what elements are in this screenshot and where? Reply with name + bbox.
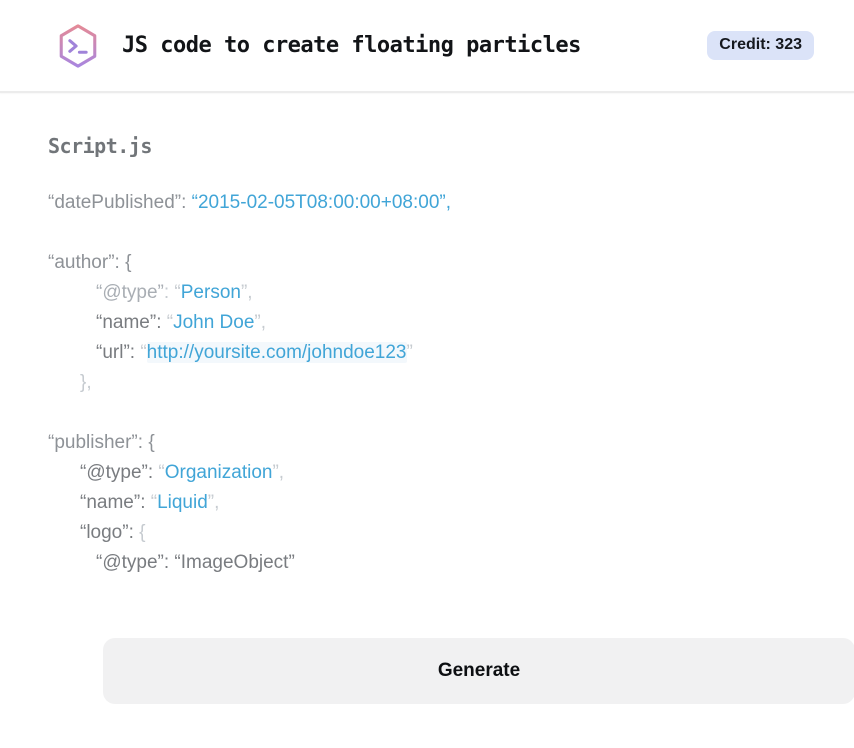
code-token: “author” [48, 252, 115, 273]
code-line: “name”: “John Doe”, [48, 308, 806, 338]
code-token: John Doe [173, 312, 255, 333]
code-token: : [156, 312, 167, 333]
terminal-prompt-hexagon-icon [55, 22, 101, 70]
code-token: Organization [164, 462, 273, 483]
code-token: : [147, 462, 159, 483]
code-line: “publisher”: { [48, 428, 806, 458]
credit-badge: Credit: 323 [707, 31, 814, 60]
header: JS code to create floating particles Cre… [0, 0, 854, 93]
code-token: “ [140, 342, 147, 363]
code-line: “author”: { [48, 248, 806, 278]
code-token: ”, [240, 282, 253, 303]
code-token: ” [406, 342, 413, 363]
code-token: { [139, 522, 146, 543]
code-token: “logo” [80, 522, 129, 543]
code-token: “name” [96, 312, 157, 333]
code-token: : { [114, 252, 132, 273]
code-token: “@type” [80, 462, 148, 483]
code-line: “name”: “Liquid”, [48, 488, 806, 518]
code-token: “publisher” [48, 432, 138, 453]
code-token: http://yoursite.com/johndoe123 [146, 342, 407, 363]
code-token: : [128, 522, 140, 543]
code-line: “datePublished”: “2015-02-05T08:00:00+08… [48, 188, 806, 218]
file-title: Script.js [48, 134, 152, 158]
code-token: : { [137, 432, 155, 453]
code-token: ”, [254, 312, 267, 333]
code-token: “name” [80, 492, 141, 513]
code-token: : [163, 282, 175, 303]
code-token: : [129, 342, 141, 363]
generate-button[interactable]: Generate [103, 638, 854, 704]
page-title: JS code to create floating particles [122, 33, 581, 58]
code-line: “@type”: “ImageObject” [48, 548, 806, 578]
code-token: “@type”: “ImageObject” [96, 552, 295, 573]
code-token: : [140, 492, 151, 513]
code-line: “@type”: “Person”, [48, 278, 806, 308]
code-line: “@type”: “Organization”, [48, 458, 806, 488]
code-token: Person [180, 282, 241, 303]
code-token: }, [80, 372, 92, 393]
main-content: Script.js “datePublished”: “2015-02-05T0… [0, 93, 854, 704]
code-token: “url” [96, 342, 130, 363]
code-token: Liquid [157, 492, 208, 513]
code-token: “2015-02-05T08:00:00+08:00”, [191, 192, 451, 213]
code-token: “@type” [96, 282, 164, 303]
code-token: “datePublished” [48, 192, 182, 213]
code-line: “url”: “http://yoursite.com/johndoe123” [48, 338, 806, 368]
code-token: ”, [207, 492, 220, 513]
code-token: ”, [272, 462, 285, 483]
code-line: “logo”: { [48, 518, 806, 548]
code-block: “datePublished”: “2015-02-05T08:00:00+08… [48, 188, 806, 578]
code-line: }, [48, 368, 806, 398]
code-token: : [181, 192, 192, 213]
